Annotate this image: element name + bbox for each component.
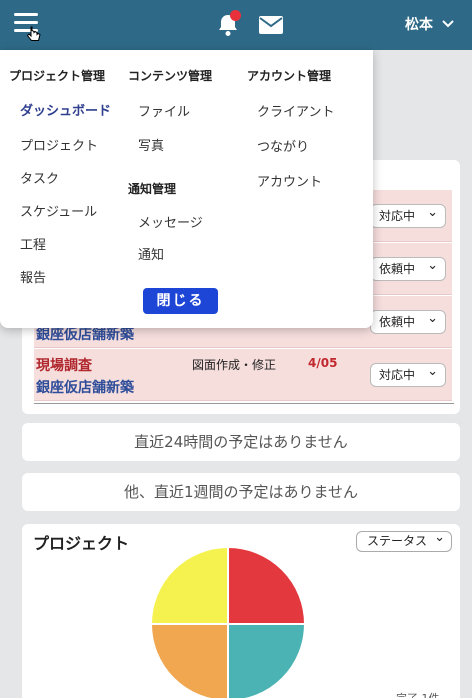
project-panel: プロジェクト ステータス: [22, 524, 460, 698]
menu-item-connection[interactable]: つながり: [257, 136, 309, 155]
status-select[interactable]: 対応中: [370, 202, 446, 228]
close-button[interactable]: 閉じる: [143, 288, 218, 314]
menu-item-report[interactable]: 報告: [20, 267, 46, 286]
menu-item-message[interactable]: メッセージ: [138, 212, 203, 231]
menu-item-notice[interactable]: 通知: [138, 244, 164, 263]
menu-item-process[interactable]: 工程: [20, 234, 46, 253]
menu-heading-content: コンテンツ管理: [128, 69, 213, 83]
menu-item-project[interactable]: プロジェクト: [20, 135, 98, 154]
status-select[interactable]: 依頼中: [370, 308, 446, 334]
top-bar: 松本: [0, 0, 472, 50]
pie-slice-0: [227, 546, 306, 625]
project-panel-title: プロジェクト: [33, 534, 130, 553]
completed-count: 完了 1件: [396, 690, 440, 698]
navigation-menu: プロジェクト管理 ダッシュボード プロジェクト タスク スケジュール 工程 報告…: [0, 50, 373, 328]
menu-item-photo[interactable]: 写真: [138, 135, 164, 154]
status-select[interactable]: 対応中: [370, 361, 446, 387]
user-menu[interactable]: 松本: [405, 14, 455, 34]
project-name[interactable]: 銀座仮店舗新築: [36, 377, 134, 397]
menu-heading-notification: 通知管理: [128, 182, 177, 196]
divider: [34, 403, 454, 404]
task-name[interactable]: 現場調査: [36, 355, 92, 375]
pie-slice-2: [150, 623, 229, 698]
notice-24h: 直近24時間の予定はありません: [22, 423, 460, 461]
project-pie-chart: [150, 546, 306, 698]
task-date: 4/05: [308, 356, 338, 370]
user-name: 松本: [405, 17, 433, 33]
pie-slice-1: [227, 623, 306, 698]
menu-item-schedule[interactable]: スケジュール: [20, 201, 97, 220]
task-detail: 図面作成・修正: [192, 358, 277, 372]
chevron-down-icon: [442, 20, 454, 28]
menu-heading-account: アカウント管理: [247, 69, 332, 83]
task-row[interactable]: 現場調査 図面作成・修正 4/05 銀座仮店舗新築 対応中: [34, 349, 452, 401]
notification-badge: [230, 10, 241, 21]
menu-item-client[interactable]: クライアント: [257, 101, 334, 120]
status-filter-select[interactable]: ステータス: [356, 531, 452, 552]
hand-cursor-icon: [26, 26, 41, 41]
menu-item-task[interactable]: タスク: [20, 168, 59, 187]
menu-heading-project: プロジェクト管理: [9, 69, 106, 83]
status-select[interactable]: 依頼中: [370, 255, 446, 281]
menu-item-account[interactable]: アカウント: [257, 171, 322, 190]
menu-item-file[interactable]: ファイル: [138, 101, 190, 120]
notice-week: 他、直近1週間の予定はありません: [22, 473, 460, 511]
mail-icon[interactable]: [259, 16, 283, 34]
pie-slice-3: [150, 546, 229, 625]
menu-item-dashboard[interactable]: ダッシュボード: [20, 100, 111, 119]
